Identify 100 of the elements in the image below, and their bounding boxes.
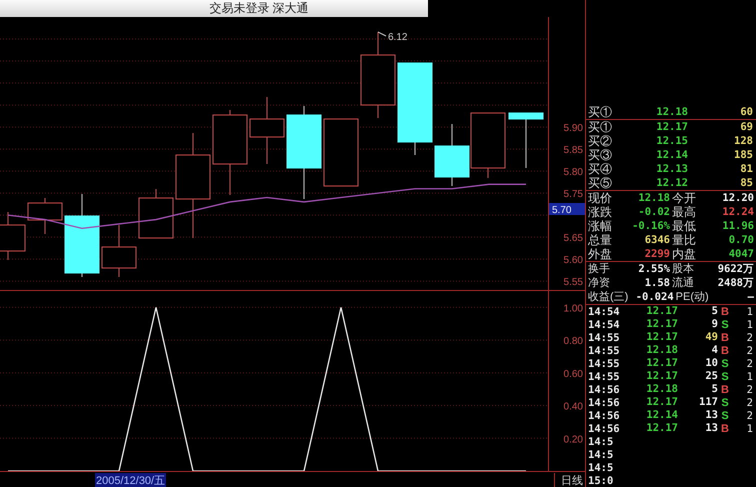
trade-price: 12.14 <box>645 409 678 422</box>
quote-label: 现价 <box>588 191 612 205</box>
trade-time: 14:54 <box>588 318 621 330</box>
trade-volume: 5 <box>710 383 718 396</box>
high-marker-icon <box>378 32 386 36</box>
fundamental-label: 股本 <box>672 262 694 276</box>
quote-label: 量比 <box>672 233 696 247</box>
order-volume: 60 <box>739 106 753 118</box>
trade-volume: 5 <box>710 305 718 318</box>
trade-count: 1 <box>746 370 753 382</box>
order-volume: 69 <box>739 120 753 134</box>
trade-time: 14:55 <box>588 370 621 382</box>
trade-volume: 4 <box>710 344 718 357</box>
quote-value: -0.16% <box>631 220 670 232</box>
indicator-axis-label: 1.00 <box>564 303 583 314</box>
trade-side: S <box>720 396 730 408</box>
trade-price: 12.17 <box>645 396 678 409</box>
quote-value: 0.70 <box>728 234 754 246</box>
trade-volume: 25 <box>704 370 718 383</box>
trade-time: 15:0 <box>588 474 614 486</box>
trade-price: 12.18 <box>645 383 678 396</box>
trade-side: S <box>720 410 730 422</box>
fundamental-label: 净资 <box>588 276 610 290</box>
date-label: 2005/12/30/五 <box>95 472 166 487</box>
order-price: 12.15 <box>655 134 688 148</box>
trade-price: 12.17 <box>645 422 678 435</box>
fundamental-value: 9622万 <box>716 262 754 276</box>
fundamental-value: 2.55% <box>637 262 670 276</box>
trade-side: B <box>720 306 730 318</box>
high-price-label: 6.12 <box>388 32 408 43</box>
price-axis-label: 5.75 <box>564 189 583 200</box>
order-label: 买① <box>588 105 613 119</box>
order-volume: 85 <box>739 176 753 190</box>
trade-volume: 13 <box>704 422 718 435</box>
order-label: 买② <box>588 134 613 148</box>
candlestick <box>324 118 358 186</box>
quote-label: 涨跌 <box>588 205 612 219</box>
trade-side: S <box>720 358 730 370</box>
order-label: 买③ <box>588 148 613 162</box>
quote-label: 总量 <box>588 233 612 247</box>
order-price: 12.17 <box>655 120 688 134</box>
quote-value: -0.02 <box>637 206 670 218</box>
order-label: 买⑤ <box>588 176 613 190</box>
trade-volume: 13 <box>704 409 718 422</box>
order-volume: 128 <box>733 134 753 148</box>
trade-price: 12.18 <box>645 344 678 357</box>
order-price: 12.14 <box>655 148 688 162</box>
trade-count: 1 <box>746 422 753 434</box>
quote-label: 最高 <box>672 205 696 219</box>
order-price: 12.18 <box>655 106 688 118</box>
trade-price: 12.17 <box>645 357 678 370</box>
trade-count: 2 <box>746 358 753 370</box>
quote-value: 12.20 <box>721 192 754 204</box>
trade-volume: 10 <box>704 357 718 370</box>
trade-time: 14:5 <box>588 436 614 448</box>
quote-value: 6346 <box>644 234 670 246</box>
quote-value: 11.96 <box>721 220 754 232</box>
order-volume: 81 <box>739 162 753 176</box>
trade-count: 2 <box>746 344 753 356</box>
trade-count: 1 <box>746 306 753 318</box>
candlestick <box>138 188 174 238</box>
price-axis-label: 5.80 <box>564 167 583 178</box>
trade-side: S <box>720 370 730 382</box>
order-label: 买① <box>588 120 613 134</box>
quote-label: 内盘 <box>672 247 696 261</box>
fundamental-value: — <box>746 290 754 304</box>
indicator-axis-label: 0.40 <box>564 402 583 413</box>
fundamental-value: 1.58 <box>644 276 670 290</box>
trade-side: S <box>720 318 730 330</box>
window-title: 交易未登录 深大通 <box>209 0 309 17</box>
trade-price: 12.17 <box>645 318 678 331</box>
trade-volume: 9 <box>710 318 718 331</box>
price-axis-label: 5.85 <box>564 145 583 156</box>
trade-side: B <box>720 344 730 356</box>
period-label[interactable]: 日线 <box>554 472 583 487</box>
trade-side: B <box>720 332 730 344</box>
order-price: 12.12 <box>655 176 688 190</box>
current-price-marker <box>549 203 585 215</box>
quote-label: 今开 <box>672 191 696 205</box>
indicator-axis-label: 0.80 <box>564 336 583 348</box>
trade-price: 12.17 <box>645 305 678 318</box>
trade-price: 12.17 <box>645 331 678 344</box>
price-axis-label: 5.60 <box>564 255 583 266</box>
order-label: 买④ <box>588 162 613 176</box>
trade-count: 2 <box>746 410 753 422</box>
trade-count: 2 <box>746 384 753 396</box>
order-volume: 185 <box>733 148 753 162</box>
price-axis-label: 5.90 <box>564 123 583 134</box>
quote-value: 12.24 <box>721 206 754 218</box>
candlestick <box>102 224 136 278</box>
candlestick <box>508 112 544 168</box>
quote-value: 4047 <box>728 248 754 260</box>
quote-label: 最低 <box>672 219 696 233</box>
trade-time: 14:55 <box>588 358 621 370</box>
trade-count: 2 <box>746 332 753 344</box>
trade-volume: 117 <box>698 396 718 409</box>
trade-side: B <box>720 384 730 396</box>
trade-time: 14:5 <box>588 462 614 474</box>
current-price-label: 5.70 <box>552 205 572 216</box>
quote-value: 2299 <box>644 248 670 260</box>
